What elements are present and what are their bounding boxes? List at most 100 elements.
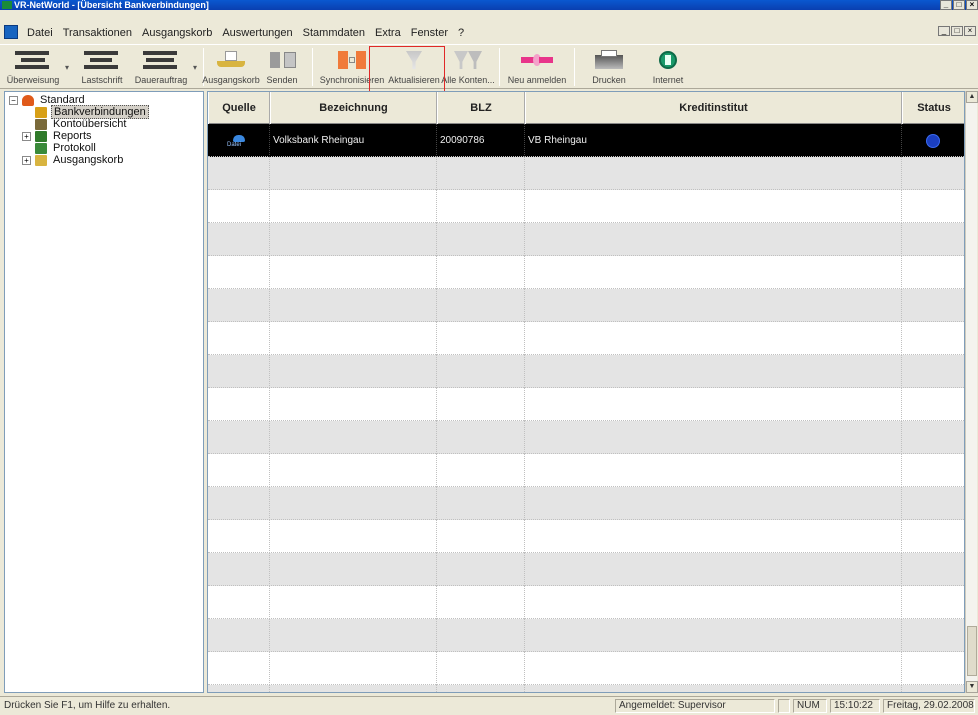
tree-item-bankverbindungen[interactable]: Bankverbindungen [7,105,201,119]
bank-connections-table: Quelle Bezeichnung BLZ Kreditinstitut St… [207,91,965,693]
print-button[interactable]: Drucken [578,45,640,89]
table-cell [902,355,964,388]
scroll-up-button[interactable]: ▲ [966,91,978,103]
table-cell [270,223,437,256]
table-cell [525,190,902,223]
column-header-blz[interactable]: BLZ [437,92,525,124]
vertical-scrollbar[interactable]: ▲ ▼ [965,91,978,693]
table-cell [270,256,437,289]
tree-item-kontouebersicht[interactable]: Kontoübersicht [7,118,201,130]
table-cell [437,619,525,652]
table-row[interactable] [208,553,964,586]
standing-order-dropdown-arrow[interactable]: ▾ [190,45,200,89]
menu-extra[interactable]: Extra [370,22,406,44]
outbox-basket-button[interactable]: Ausgangskorb [202,45,260,89]
status-num: NUM [793,699,827,713]
menu-ausgangskorb[interactable]: Ausgangskorb [137,22,217,44]
table-row[interactable] [208,421,964,454]
table-cell [525,586,902,619]
table-cell [525,355,902,388]
folder-icon [35,118,47,130]
table-row[interactable] [208,157,964,190]
table-row[interactable] [208,223,964,256]
transfer-dropdown-arrow[interactable]: ▾ [62,45,72,89]
internet-button[interactable]: Internet [640,45,696,89]
document-icon [4,25,18,39]
menu-help[interactable]: ? [453,22,469,44]
table-row[interactable] [208,619,964,652]
scroll-down-button[interactable]: ▼ [966,681,978,693]
table-row[interactable]: Datei Volksbank Rheingau 20090786 VB Rhe… [208,124,964,157]
all-accounts-icon [450,49,486,71]
minimize-button[interactable]: _ [940,0,952,10]
table-row[interactable] [208,652,964,685]
close-button[interactable]: × [966,0,978,10]
table-cell [270,685,437,692]
file-source-icon: Datei [227,133,245,148]
tree-toggle[interactable]: − [9,95,18,105]
toolbar: Überweisung ▾ Lastschrift Dauerauftrag ▾… [0,44,978,89]
table-cell [902,553,964,586]
table-row[interactable] [208,388,964,421]
tree-item-reports[interactable]: + Reports [7,130,201,142]
menu-fenster[interactable]: Fenster [406,22,453,44]
table-row[interactable] [208,322,964,355]
debit-button[interactable]: Lastschrift [72,45,132,89]
tree-item-ausgangskorb[interactable]: + Ausgangskorb [7,154,201,166]
menu-auswertungen[interactable]: Auswertungen [217,22,297,44]
table-cell [525,256,902,289]
table-row[interactable] [208,586,964,619]
mdi-close-button[interactable]: × [964,26,976,36]
maximize-button[interactable]: □ [953,0,965,10]
table-cell [525,454,902,487]
menu-transaktionen[interactable]: Transaktionen [58,22,137,44]
refresh-funnel-icon [396,49,432,71]
table-cell [437,256,525,289]
table-cell [208,322,270,355]
table-cell [208,652,270,685]
tree-item-protokoll[interactable]: Protokoll [7,142,201,154]
table-cell [270,190,437,223]
all-accounts-button[interactable]: Alle Konten... [440,45,496,89]
table-row[interactable] [208,487,964,520]
table-row[interactable] [208,355,964,388]
scroll-thumb[interactable] [967,626,977,676]
relogin-button[interactable]: Neu anmelden [503,45,571,89]
transfer-button[interactable]: Überweisung [4,45,62,89]
synchronize-icon [334,49,370,71]
tree-toggle[interactable]: + [22,131,31,141]
menu-datei[interactable]: Datei [22,22,58,44]
table-cell [525,421,902,454]
menu-stammdaten[interactable]: Stammdaten [298,22,370,44]
table-cell [902,157,964,190]
tree-toggle[interactable]: + [22,155,31,165]
status-hint: Drücken Sie F1, um Hilfe zu erhalten. [4,700,171,711]
column-header-status[interactable]: Status [902,92,964,124]
mdi-minimize-button[interactable]: _ [938,26,950,36]
table-cell [902,388,964,421]
mdi-restore-button[interactable]: □ [951,26,963,36]
table-cell [208,157,270,190]
table-row[interactable] [208,289,964,322]
table-cell [208,355,270,388]
table-cell [525,619,902,652]
table-cell [270,487,437,520]
table-row[interactable] [208,256,964,289]
column-header-quelle[interactable]: Quelle [208,92,270,124]
table-row[interactable] [208,685,964,692]
table-cell [437,223,525,256]
table-cell [437,355,525,388]
table-row[interactable] [208,454,964,487]
column-header-kreditinstitut[interactable]: Kreditinstitut [525,92,902,124]
synchronize-button[interactable]: Synchronisieren [316,45,388,89]
table-row[interactable] [208,190,964,223]
refresh-button[interactable]: Aktualisieren [388,45,440,89]
send-button[interactable]: Senden [255,45,309,89]
table-cell [525,652,902,685]
standing-order-button[interactable]: Dauerauftrag [132,45,190,89]
table-cell [525,388,902,421]
column-header-bezeichnung[interactable]: Bezeichnung [270,92,437,124]
table-cell [208,586,270,619]
table-cell [525,685,902,692]
table-row[interactable] [208,520,964,553]
